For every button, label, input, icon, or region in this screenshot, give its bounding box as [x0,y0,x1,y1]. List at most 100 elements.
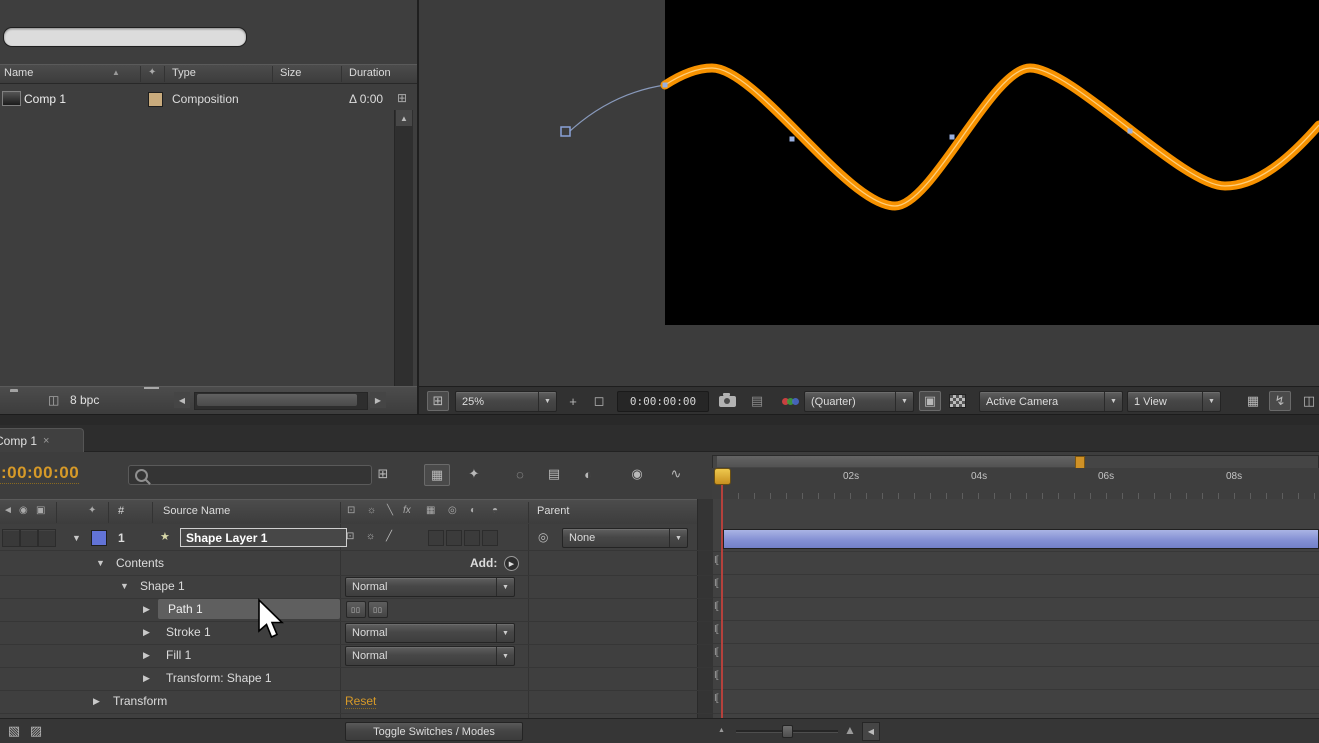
transform-shape1-label[interactable]: Transform: Shape 1 [166,671,272,685]
toggle-switches-modes-button[interactable]: Toggle Switches / Modes [345,722,523,741]
magnification-dropdown[interactable]: 25% ▼ [455,391,557,412]
toggle-left-pane-icon[interactable]: ▧ [2,721,26,741]
contents-label[interactable]: Contents [116,556,164,570]
layer-quality-icon[interactable]: ⊡ [346,531,354,542]
show-channels-icon[interactable] [773,391,797,411]
layer-color-chip[interactable] [91,530,107,546]
lock-toggle[interactable] [38,529,56,547]
layer-name-box[interactable]: Shape Layer 1 [180,528,347,547]
contents-expand-triangle[interactable]: ▼ [96,558,105,568]
stroke1-blendmode-dropdown[interactable]: Normal ▼ [345,623,515,643]
switch-cell-4[interactable] [482,530,498,546]
graph-editor-icon[interactable]: ∿ [660,464,692,484]
label-color-swatch[interactable] [148,92,163,107]
cti-line[interactable] [721,483,723,718]
work-area-bar[interactable] [717,456,1080,467]
cti-playhead[interactable] [714,468,731,485]
stroke1-label[interactable]: Stroke 1 [166,625,211,639]
zoom-out-mountain-icon[interactable]: ▲ [718,727,725,734]
project-hscrollbar[interactable] [194,392,368,410]
hscroll-thumb[interactable] [197,394,357,406]
snapshot-camera-icon[interactable] [715,391,739,411]
project-item-row[interactable]: Comp 1 Composition Δ 0:00 ⊞ [0,88,417,110]
frame-blend-icon[interactable]: ▤ [542,464,566,484]
project-search-input[interactable] [3,27,247,47]
project-col-duration[interactable]: Duration [349,67,391,79]
transform-label[interactable]: Transform [113,694,167,708]
timeline-zoom-slider[interactable] [736,730,838,732]
layer-expand-triangle[interactable]: ▼ [72,533,81,543]
property-row-shape-1[interactable]: ▼ Shape 1 Normal ▼ [0,575,712,599]
transform-reset-link[interactable]: Reset [345,694,376,709]
property-row-transform-shape-1[interactable]: ▶ Transform: Shape 1 [0,667,712,691]
shape1-label[interactable]: Shape 1 [140,579,185,593]
layer-row-shape-layer-1[interactable]: ▼ 1 ★ Shape Layer 1 ⊡ ☼ ╱ ◎ None ▼ [0,526,712,551]
path-direction-button[interactable]: ▯▯ [346,601,366,618]
add-label[interactable]: Add: [470,556,497,570]
zoom-in-mountain-icon[interactable]: ▲ [844,723,856,737]
fill1-label[interactable]: Fill 1 [166,648,191,662]
auto-keyframe-icon[interactable]: ◉ [622,464,652,484]
property-row-path-1[interactable]: ▶ Path 1 ▯▯ ▯▯ [0,598,712,622]
path-mask-button[interactable]: ▯▯ [368,601,388,618]
layer-fx-icon[interactable]: ☼ [366,531,375,542]
transparency-grid-icon[interactable] [945,391,969,411]
column-source-name[interactable]: Source Name [163,505,230,517]
viewer-timecode-button[interactable]: 0:00:00:00 [617,391,709,412]
project-col-size[interactable]: Size [280,67,301,79]
roi-toggle-icon[interactable]: ▣ [919,391,941,411]
mask-visibility-icon[interactable]: ◻ [587,391,611,411]
parent-dropdown[interactable]: None ▼ [562,528,688,548]
property-row-stroke-1[interactable]: ▶ Stroke 1 Normal ▼ [0,621,712,645]
live-update-icon[interactable]: ▦ [424,464,450,486]
scroll-up-button[interactable]: ▲ [396,110,412,126]
transform-shape1-expand-triangle[interactable]: ▶ [143,673,150,684]
hscroll-right-button[interactable]: ▶ [370,392,386,408]
property-row-contents[interactable]: ▼ Contents Add: ▶ [0,552,712,576]
column-hash[interactable]: # [118,505,124,517]
path1-expand-triangle[interactable]: ▶ [143,604,150,615]
shape1-blendmode-dropdown[interactable]: Normal ▼ [345,577,515,597]
timeline-search-field[interactable] [128,465,372,485]
audio-toggle[interactable] [20,529,38,547]
project-vscrollbar[interactable]: ▲ [394,110,413,386]
hscroll-left-button[interactable]: ◀ [174,392,190,408]
view-layout-dropdown[interactable]: 1 View ▼ [1127,391,1221,412]
shy-layers-icon[interactable]: ◌ [508,464,532,484]
parent-pickwhip-icon[interactable]: ◎ [538,530,548,544]
layer-effects-icon[interactable]: ╱ [386,531,392,542]
layer-duration-bar[interactable] [723,529,1319,549]
add-shape-icon[interactable]: ▶ [504,556,519,571]
transform-expand-triangle[interactable]: ▶ [93,696,100,707]
bit-depth-label[interactable]: 8 bpc [70,393,99,407]
fast-previews-icon[interactable]: ↯ [1269,391,1291,411]
shape1-expand-triangle[interactable]: ▼ [120,581,129,591]
brainstorm-icon[interactable]: ✦ [458,464,490,484]
switch-cell-3[interactable] [464,530,480,546]
fill1-expand-triangle[interactable]: ▶ [143,650,150,661]
switch-cell-1[interactable] [428,530,444,546]
resolution-dropdown[interactable]: (Quarter) ▼ [804,391,914,412]
switch-cell-2[interactable] [446,530,462,546]
project-col-type[interactable]: Type [172,67,196,79]
fill1-blendmode-dropdown[interactable]: Normal ▼ [345,646,515,666]
property-row-fill-1[interactable]: ▶ Fill 1 Normal ▼ [0,644,712,668]
pixel-aspect-icon[interactable]: ◫ [1297,391,1319,411]
project-col-name[interactable]: Name [4,67,33,79]
shrink-panel-button[interactable]: ◀ [862,722,880,741]
zoom-slider-handle[interactable] [782,725,793,738]
comp-mini-flowchart-icon[interactable]: ⊞ [366,464,400,484]
region-of-interest-icon[interactable]: ⊞ [427,391,449,411]
path1-label[interactable]: Path 1 [168,602,203,616]
grid-guides-icon[interactable]: ▦ [1241,391,1265,411]
column-parent[interactable]: Parent [537,505,569,517]
3d-view-dropdown[interactable]: Active Camera ▼ [979,391,1123,412]
timeline-tab-comp1[interactable]: Comp 1 × [0,428,84,452]
show-snapshot-icon[interactable]: ▤ [745,391,769,411]
tab-close-icon[interactable]: × [43,435,49,447]
property-row-transform[interactable]: ▶ Transform Reset [0,690,712,714]
toggle-graph-pane-icon[interactable]: ▨ [24,721,48,741]
time-ruler[interactable]: 0s 02s 04s 06s 08s [712,468,1319,500]
project-item-name[interactable]: Comp 1 [24,92,66,106]
eye-toggle[interactable] [2,529,20,547]
